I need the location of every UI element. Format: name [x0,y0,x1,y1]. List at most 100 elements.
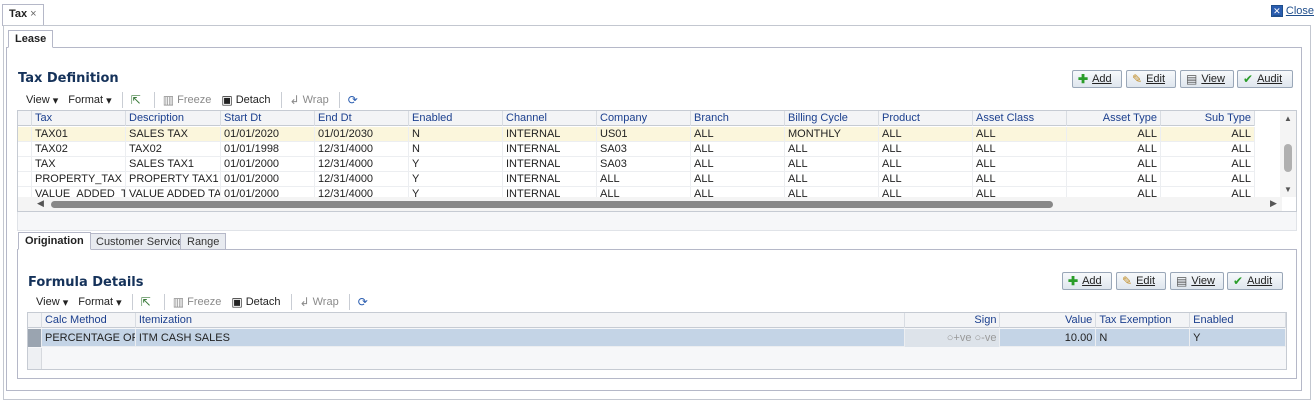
toolbar-separator [280,92,282,108]
formula-audit-button[interactable]: ✔ Audit [1227,272,1283,290]
col-enabled[interactable]: Enabled [409,111,503,126]
row-selector[interactable] [18,142,32,157]
tax-edit-button[interactable]: ✎ Edit [1126,70,1176,88]
col-calc-method[interactable]: Calc Method [42,313,136,328]
row-selector[interactable] [18,172,32,187]
table-cell: N [409,127,503,142]
table-cell: PROPERTY TAX1 [126,172,221,187]
export-button[interactable]: ⇱ [131,93,144,107]
export-icon: ⇱ [130,93,141,107]
table-cell: 01/01/2030 [315,127,409,142]
tax-audit-button[interactable]: ✔ Audit [1237,70,1293,88]
tax-view-button[interactable]: ▤ View [1180,70,1234,88]
tax-table-header: Tax Description Start Dt End Dt Enabled Chann… [18,111,1255,126]
export-button[interactable]: ⇱ [141,295,154,309]
freeze-label: Freeze [177,94,212,106]
detach-button[interactable]: ▣ Detach [231,295,280,309]
freeze-button[interactable]: ▥ Freeze [163,93,212,107]
col-product[interactable]: Product [879,111,973,126]
col-billing-cycle[interactable]: Billing Cycle [785,111,879,126]
refresh-button[interactable]: ⟳ [348,93,361,107]
col-enabled[interactable]: Enabled [1190,313,1286,328]
horizontal-scrollbar[interactable]: ◀ ▶ [18,197,1282,211]
col-sign[interactable]: Sign [905,313,1001,328]
tax-audit-label: Audit [1257,73,1283,85]
row-selector[interactable] [28,329,42,347]
table-cell: INTERNAL [503,157,597,172]
scroll-up-icon[interactable]: ▲ [1284,114,1292,123]
cell-enabled: Y [1190,329,1286,347]
col-value[interactable]: Value [1000,313,1097,328]
table-cell: ALL [691,172,785,187]
col-tax-exemption[interactable]: Tax Exemption [1096,313,1191,328]
col-start-dt[interactable]: Start Dt [221,111,315,126]
table-row[interactable]: TAX SALES TAX1 01/01/2000 12/31/4000 Y INTERN… [18,157,1255,172]
toolbar-separator [290,294,292,310]
col-end-dt[interactable]: End Dt [315,111,409,126]
row-header-cell [28,313,42,328]
plus-icon: ✚ [1068,274,1079,288]
horizontal-scroll-thumb[interactable] [51,201,1053,208]
col-itemization[interactable]: Itemization [136,313,905,328]
col-asset-type[interactable]: Asset Type [1067,111,1161,126]
wrap-button[interactable]: ↲ Wrap [290,93,329,107]
scroll-right-icon[interactable]: ▶ [1270,198,1277,209]
formula-edit-button[interactable]: ✎ Edit [1116,272,1166,290]
view-menu[interactable]: View ▾ [26,94,58,107]
tab-tax[interactable]: Tax × [2,4,44,26]
freeze-button[interactable]: ▥ Freeze [173,295,222,309]
scroll-left-icon[interactable]: ◀ [37,198,44,209]
tax-table-footer [17,212,1297,231]
formula-toolbar: View ▾ Format ▾ ⇱ ▥ Freeze ▣ Detach ↲ Wrap … [36,292,381,312]
table-cell: ALL [597,172,691,187]
wrap-label: Wrap [312,296,339,308]
formula-add-button[interactable]: ✚ Add [1062,272,1112,290]
detach-button[interactable]: ▣ Detach [221,93,270,107]
table-cell: TAX02 [126,142,221,157]
table-cell: Y [409,172,503,187]
wrap-icon: ↲ [299,295,310,309]
vertical-scrollbar[interactable]: ▲ ▼ [1280,111,1296,197]
close-icon: ✕ [1270,5,1283,17]
tax-toolbar: View ▾ Format ▾ ⇱ ▥ Freeze ▣ Detach ↲ Wrap … [26,90,371,110]
col-channel[interactable]: Channel [503,111,597,126]
freeze-label: Freeze [187,296,222,308]
table-cell: ALL [1161,172,1255,187]
table-cell: SALES TAX1 [126,157,221,172]
close-link[interactable]: ✕ Close [1270,5,1314,17]
col-tax[interactable]: Tax [32,111,126,126]
table-row[interactable]: PERCENTAGE OF I... ITM CASH SALES ○+ve ○… [28,329,1286,347]
row-selector[interactable] [18,157,32,172]
tab-customer-service[interactable]: Customer Service [89,233,191,250]
view-menu[interactable]: View ▾ [36,296,68,309]
format-menu[interactable]: Format ▾ [68,94,111,107]
table-row[interactable]: TAX02 TAX02 01/01/1998 12/31/4000 N INTERNAL S… [18,142,1255,157]
vertical-scroll-thumb[interactable] [1284,144,1292,172]
table-cell: ALL [1067,157,1161,172]
refresh-button[interactable]: ⟳ [358,295,371,309]
tab-range[interactable]: Range [180,233,227,250]
table-cell: ALL [973,172,1067,187]
table-cell: ALL [1161,127,1255,142]
scroll-down-icon[interactable]: ▼ [1284,185,1292,194]
chevron-down-icon: ▾ [52,94,59,107]
col-company[interactable]: Company [597,111,691,126]
tab-lease[interactable]: Lease [8,30,54,48]
table-cell: INTERNAL [503,172,597,187]
col-description[interactable]: Description [126,111,221,126]
close-tab-icon[interactable]: × [30,8,36,20]
chevron-down-icon: ▾ [116,296,122,309]
col-branch[interactable]: Branch [691,111,785,126]
table-row[interactable]: TAX01 SALES TAX 01/01/2020 01/01/2030 N INTER… [18,127,1255,142]
row-selector[interactable] [18,127,32,142]
detach-label: Detach [245,296,281,308]
tab-origination[interactable]: Origination [18,232,91,250]
format-menu[interactable]: Format ▾ [78,296,121,309]
table-row[interactable]: PROPERTY_TAX PROPERTY TAX1 01/01/2000 12/31… [18,172,1255,187]
cell-sign: ○+ve ○-ve [904,329,1001,347]
col-asset-class[interactable]: Asset Class [973,111,1067,126]
formula-view-button[interactable]: ▤ View [1170,272,1224,290]
wrap-button[interactable]: ↲ Wrap [300,295,339,309]
tax-add-button[interactable]: ✚ Add [1072,70,1122,88]
col-sub-type[interactable]: Sub Type [1161,111,1255,126]
